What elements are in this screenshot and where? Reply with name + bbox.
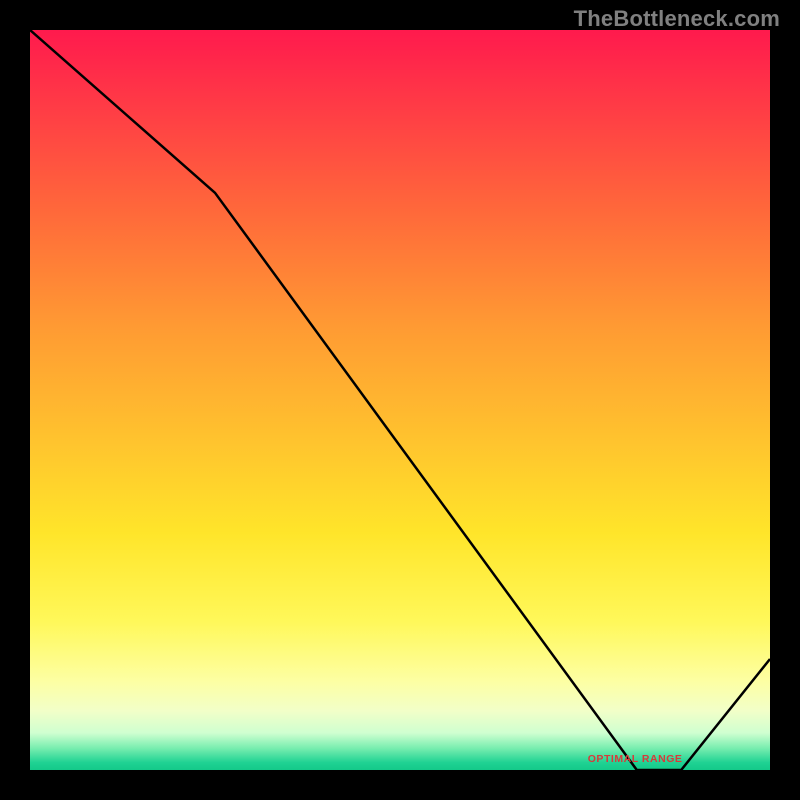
plot-area: OPTIMAL RANGE <box>30 30 770 770</box>
curve-path <box>30 30 770 770</box>
bottleneck-curve <box>30 30 770 770</box>
optimal-range-label: OPTIMAL RANGE <box>588 754 683 765</box>
chart-frame: TheBottleneck.com OPTIMAL RANGE <box>0 0 800 800</box>
watermark-text: TheBottleneck.com <box>574 6 780 32</box>
